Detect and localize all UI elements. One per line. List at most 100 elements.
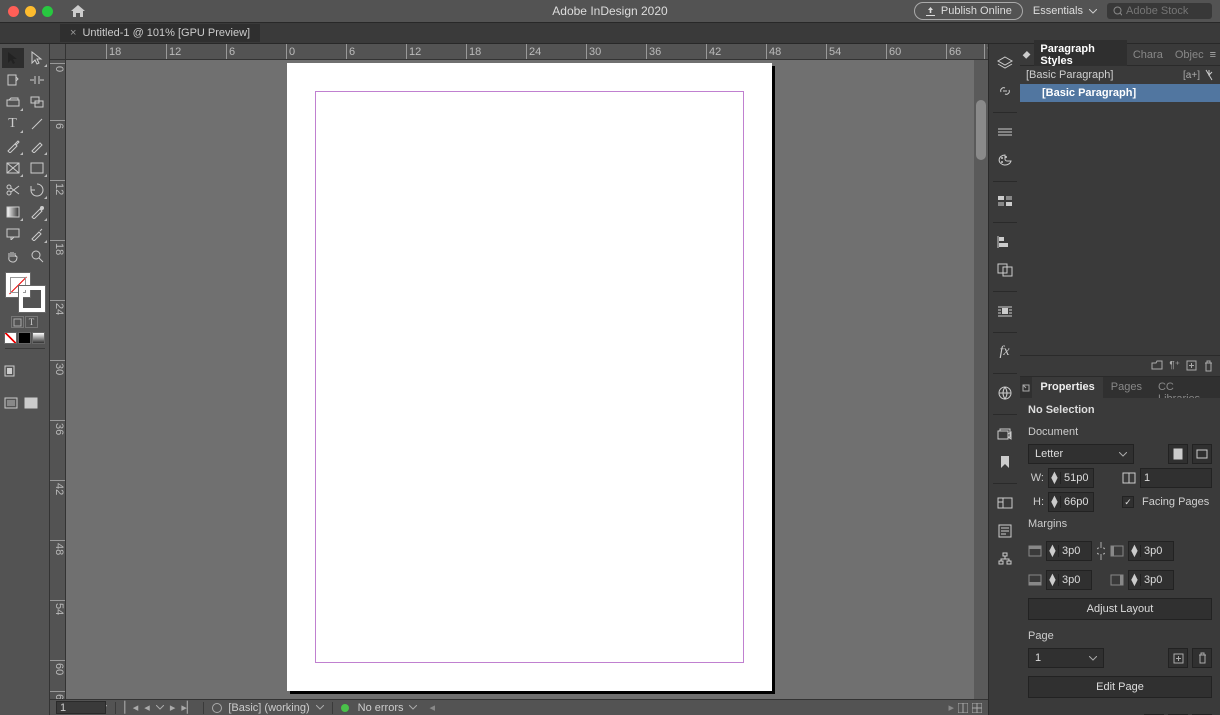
content-collector-tool[interactable] (2, 92, 24, 112)
gradient-swatch-tool[interactable] (2, 202, 24, 222)
margin-bottom-input[interactable]: ▲▼ (1046, 570, 1092, 590)
apply-gradient-icon[interactable] (32, 332, 45, 344)
screen-mode-normal-icon[interactable] (4, 397, 18, 409)
links-icon[interactable] (991, 78, 1019, 104)
new-page-button[interactable] (1168, 648, 1188, 668)
panel-menu-icon[interactable]: ≡ (1210, 49, 1216, 61)
hand-tool[interactable] (2, 246, 24, 266)
stock-search-input[interactable] (1126, 5, 1206, 17)
selection-tool[interactable] (2, 48, 24, 68)
panel-collapse-icon[interactable] (1023, 50, 1031, 58)
rectangle-frame-tool[interactable] (2, 158, 24, 178)
minimize-window[interactable] (25, 6, 36, 17)
first-page-button[interactable]: ▏◂ (124, 701, 138, 714)
override-indicator-icon[interactable]: [a+] (1183, 70, 1200, 81)
facing-pages-checkbox[interactable]: ✓ (1122, 496, 1134, 508)
stroke-swatch[interactable] (19, 286, 45, 312)
margin-left-input[interactable]: ▲▼ (1128, 541, 1174, 561)
format-text-icon[interactable]: T (25, 316, 38, 328)
width-input[interactable]: ▲▼ (1048, 468, 1094, 488)
object-styles-tab[interactable]: Objec (1169, 46, 1210, 64)
close-window[interactable] (8, 6, 19, 17)
link-margins-icon[interactable] (1096, 536, 1106, 566)
scroll-right-icon[interactable]: ▸ (948, 701, 954, 714)
apply-none-icon[interactable] (4, 332, 17, 344)
screen-mode-preview-icon[interactable] (24, 397, 38, 409)
align-icon[interactable] (991, 229, 1019, 255)
text-wrap-icon[interactable] (991, 298, 1019, 324)
preflight-profile-icon[interactable] (212, 703, 222, 713)
workspace-selector[interactable]: Essentials (1033, 5, 1097, 17)
structure-icon[interactable] (991, 546, 1019, 572)
direct-selection-tool[interactable] (26, 48, 48, 68)
eyedropper-tool[interactable] (26, 224, 48, 244)
clear-overrides-icon[interactable] (1204, 69, 1214, 81)
fill-stroke-swatches[interactable] (5, 272, 45, 312)
preflight-errors[interactable]: No errors (358, 702, 404, 714)
view-mode-icon[interactable] (4, 365, 18, 377)
delete-style-icon[interactable] (1203, 360, 1214, 372)
rectangle-tool[interactable] (26, 158, 48, 178)
orientation-landscape-button[interactable] (1192, 444, 1212, 464)
prev-page-button[interactable]: ◂ (144, 701, 150, 714)
stroke-icon[interactable] (991, 119, 1019, 145)
clear-override-icon[interactable]: ¶⁺ (1169, 360, 1180, 372)
chevron-down-icon[interactable] (316, 705, 324, 710)
document-page[interactable] (287, 63, 772, 691)
vertical-scrollbar[interactable] (974, 60, 988, 699)
scissors-tool[interactable] (2, 180, 24, 200)
color-icon[interactable] (991, 147, 1019, 173)
effects-icon[interactable]: fx (991, 339, 1019, 365)
margin-right-input[interactable]: ▲▼ (1128, 570, 1174, 590)
note-tool[interactable] (2, 224, 24, 244)
document-viewport[interactable] (66, 60, 988, 699)
pathfinder-icon[interactable] (991, 257, 1019, 283)
page-number-input[interactable] (56, 701, 106, 714)
cc-libraries-tab[interactable]: CC Libraries (1150, 377, 1220, 398)
vertical-ruler[interactable]: 0612182430364248546066 (50, 60, 66, 699)
type-tool[interactable]: T (2, 114, 24, 134)
page-selector-dropdown[interactable]: 1 (1028, 648, 1104, 668)
swatches-icon[interactable] (991, 188, 1019, 214)
format-container-icon[interactable] (11, 316, 24, 328)
delete-page-button[interactable] (1192, 648, 1212, 668)
properties-tab[interactable]: Properties (1032, 377, 1102, 398)
gradient-feather-tool[interactable] (26, 202, 48, 222)
last-page-button[interactable]: ▸▏ (181, 701, 195, 714)
next-page-button[interactable]: ▸ (170, 701, 176, 714)
apply-color-icon[interactable] (18, 332, 31, 344)
margin-top-input[interactable]: ▲▼ (1046, 541, 1092, 561)
scroll-left-icon[interactable]: ◂ (429, 701, 435, 714)
pages-tab[interactable]: Pages (1103, 377, 1150, 398)
orientation-portrait-button[interactable] (1168, 444, 1188, 464)
character-styles-tab[interactable]: Chara (1127, 46, 1169, 64)
chevron-down-icon[interactable] (409, 705, 417, 710)
pages-count-input[interactable] (1140, 468, 1212, 488)
articles-icon[interactable] (991, 518, 1019, 544)
panel-collapse-icon[interactable] (1020, 377, 1032, 398)
layers-icon[interactable] (991, 50, 1019, 76)
liquid-layout-icon[interactable] (991, 490, 1019, 516)
bookmarks-icon[interactable] (991, 449, 1019, 475)
gap-tool[interactable] (26, 70, 48, 90)
preflight-profile[interactable]: [Basic] (working) (228, 702, 309, 714)
free-transform-tool[interactable] (26, 180, 48, 200)
edit-page-button[interactable]: Edit Page (1028, 676, 1212, 698)
publish-online-button[interactable]: Publish Online (914, 2, 1023, 20)
document-tab[interactable]: × Untitled-1 @ 101% [GPU Preview] (60, 24, 260, 42)
hyperlinks-icon[interactable] (991, 380, 1019, 406)
style-group-icon[interactable] (1151, 360, 1163, 372)
stock-search[interactable] (1107, 3, 1212, 19)
pencil-tool[interactable] (26, 136, 48, 156)
scrollbar-thumb[interactable] (976, 100, 986, 160)
horizontal-ruler[interactable]: 1812606121824303642485460667 (66, 44, 988, 60)
adjust-layout-button[interactable]: Adjust Layout (1028, 598, 1212, 620)
split-view-icon[interactable] (958, 703, 968, 713)
close-tab-icon[interactable]: × (70, 27, 76, 39)
line-tool[interactable] (26, 114, 48, 134)
page-tool[interactable] (2, 70, 24, 90)
pen-tool[interactable] (2, 136, 24, 156)
zoom-tool[interactable] (26, 246, 48, 266)
maximize-window[interactable] (42, 6, 53, 17)
grid-view-icon[interactable] (972, 703, 982, 713)
